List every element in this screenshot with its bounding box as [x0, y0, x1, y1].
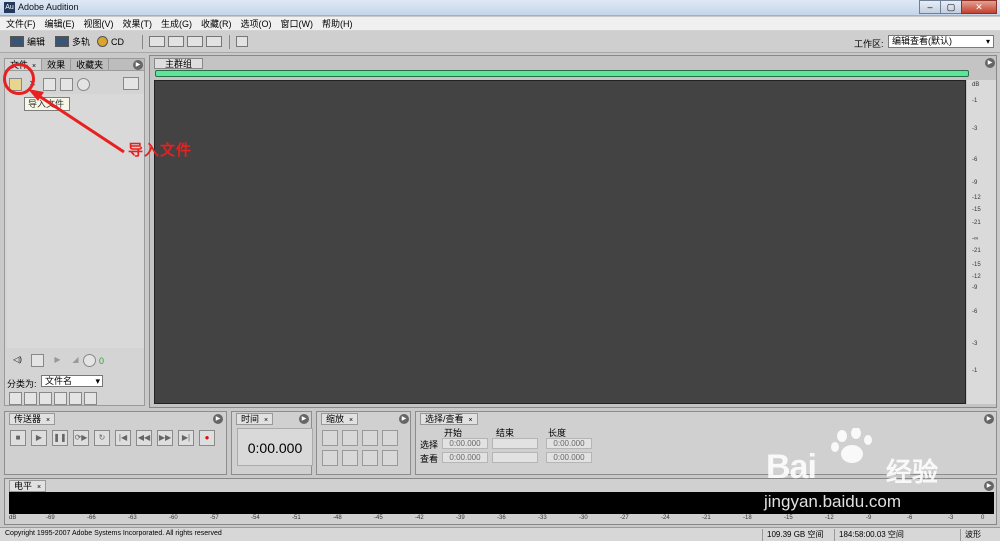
watermark-brand-2: 经验 — [886, 457, 939, 487]
paw-logo-icon — [831, 428, 872, 463]
annotation-label: 导入文件 — [128, 142, 193, 159]
watermark-brand: Bai — [766, 448, 817, 486]
watermark-url: jingyan.baidu.com — [764, 492, 902, 511]
baidu-watermark: Bai 经验 jingyan.baidu.com — [758, 428, 973, 525]
